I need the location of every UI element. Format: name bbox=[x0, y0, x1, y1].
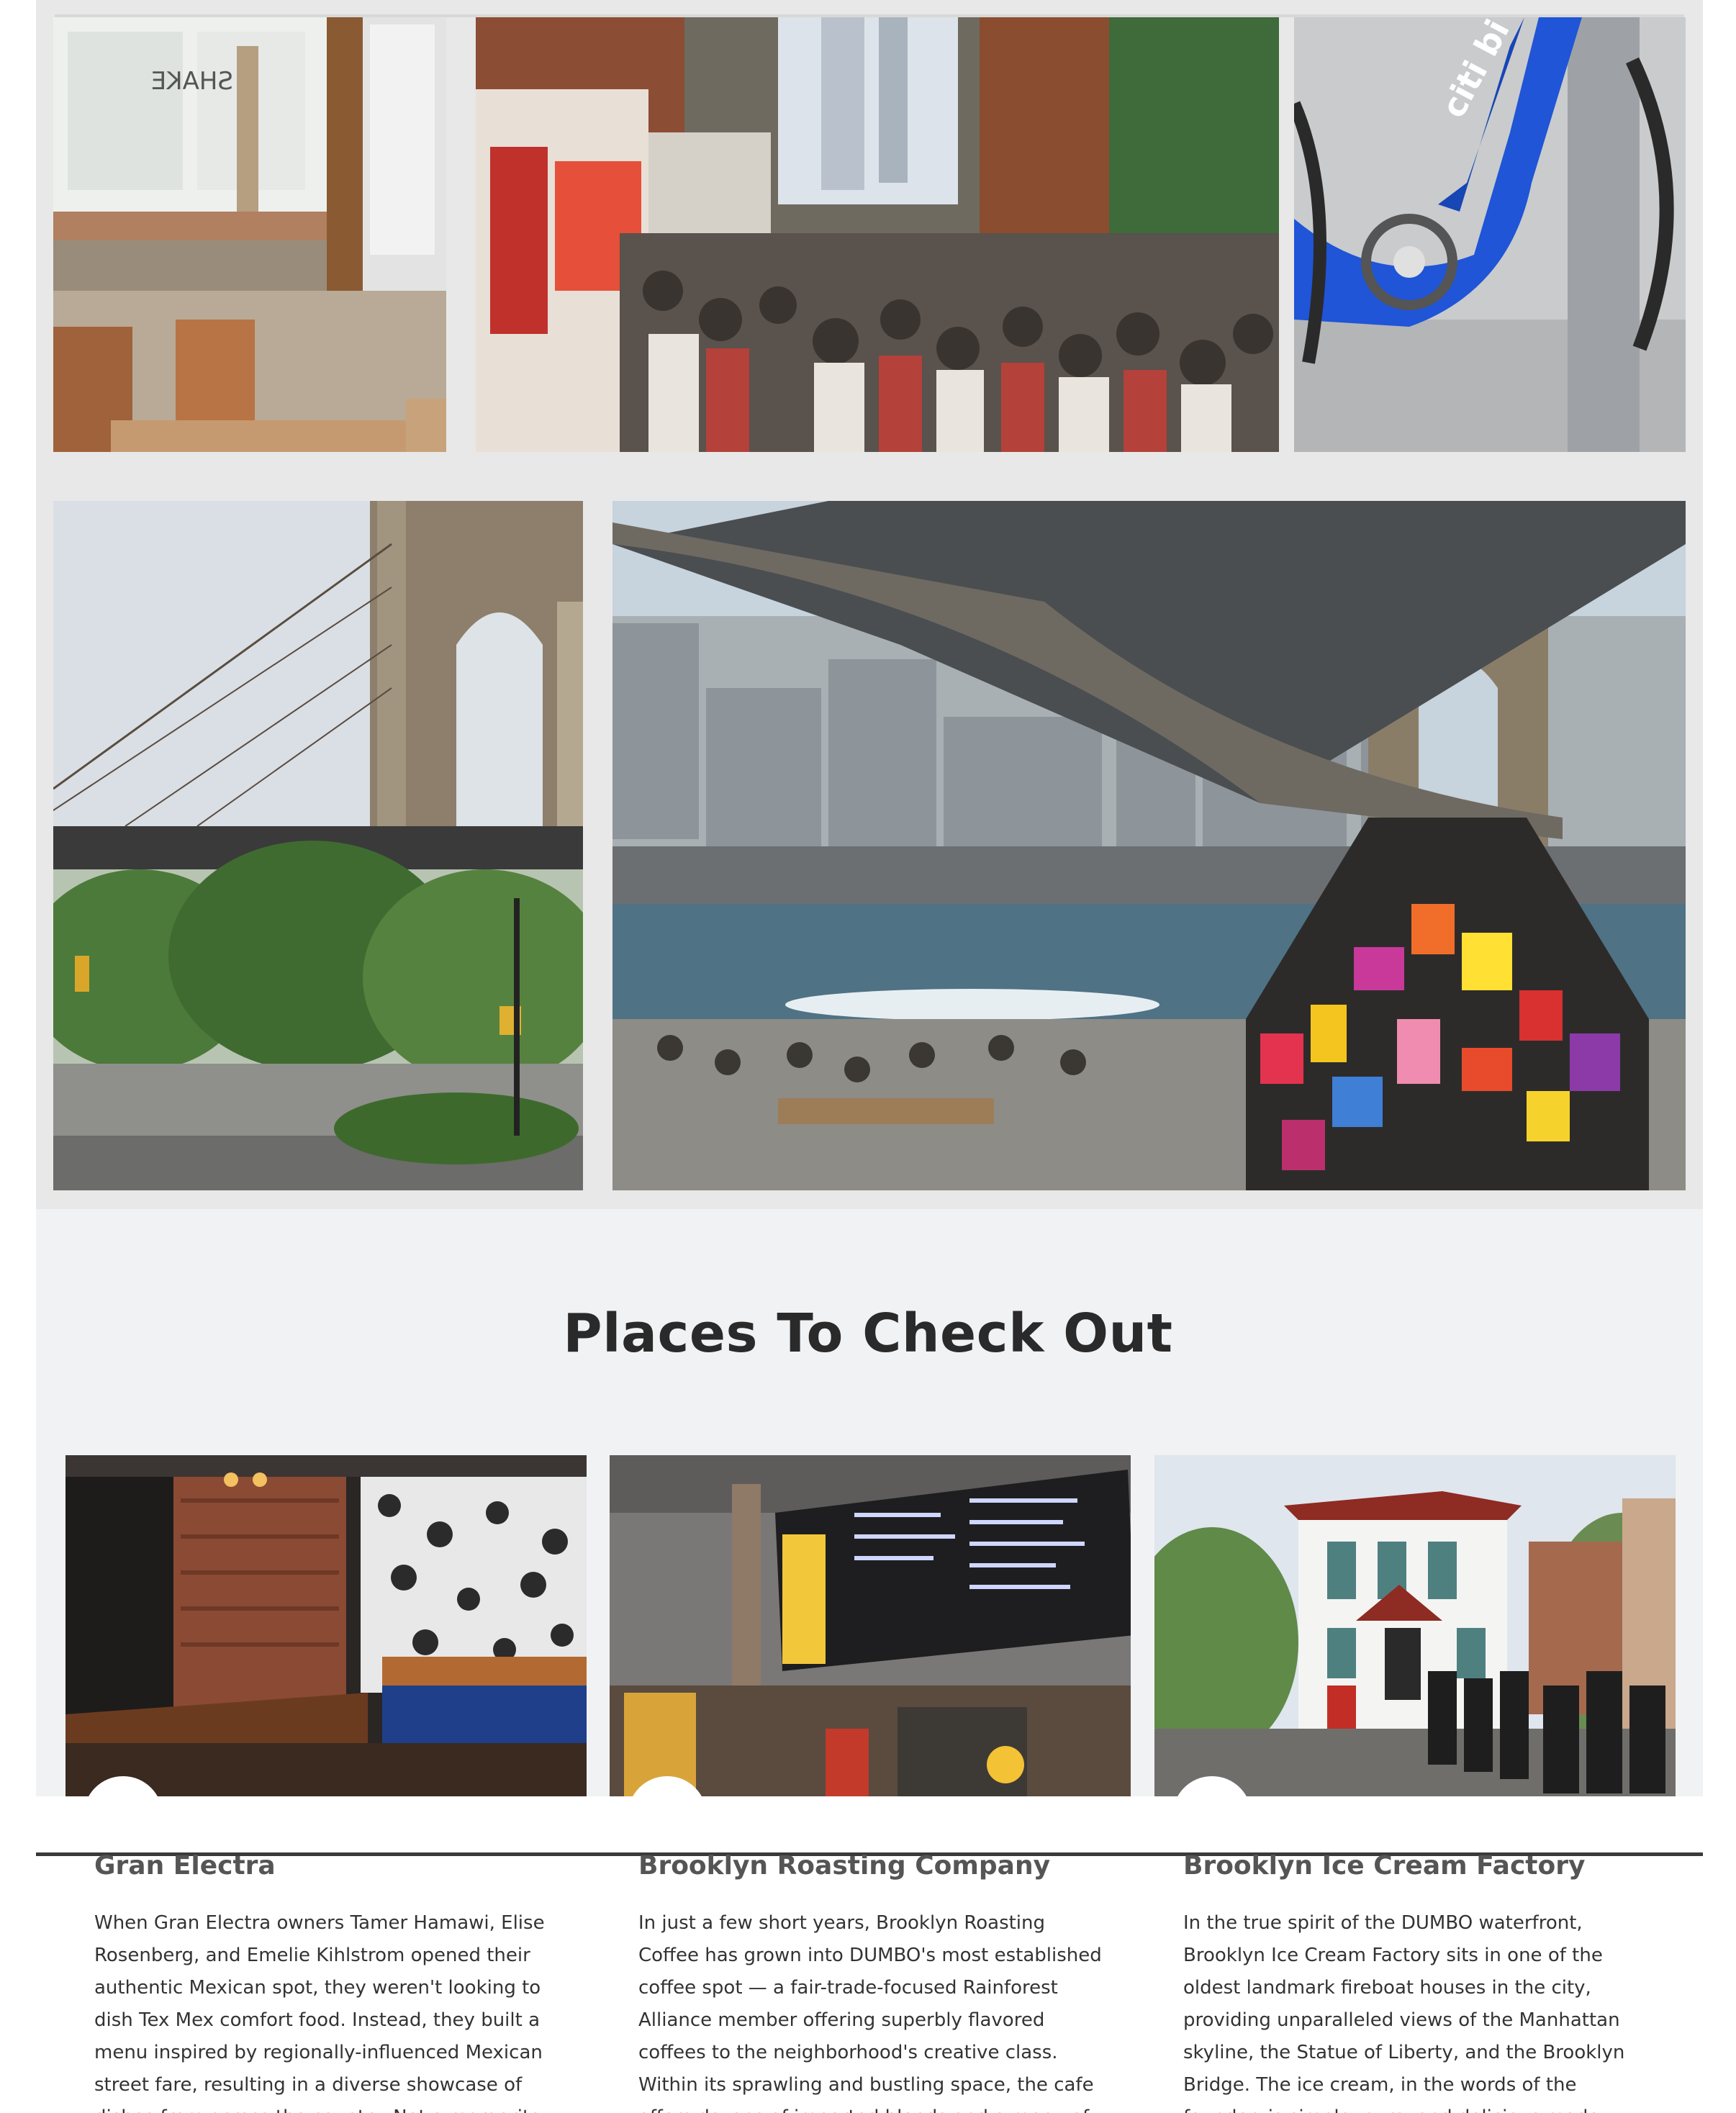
brooklyn-roasting-company-image[interactable] bbox=[610, 1455, 1131, 1796]
shop-window-text: SHAKE bbox=[151, 67, 233, 96]
brooklyn-ice-cream-factory-image[interactable] bbox=[1154, 1455, 1676, 1796]
gran-electra-image[interactable] bbox=[65, 1455, 587, 1796]
brooklyn-ice-cream-factory-description: In the true spirit of the DUMBO waterfro… bbox=[1183, 1912, 1625, 2113]
gran-electra-description: When Gran Electra owners Tamer Hamawi, E… bbox=[94, 1912, 545, 2113]
brooklyn-roasting-company-title[interactable]: Brooklyn Roasting Company bbox=[638, 1851, 1050, 1881]
gran-electra-title[interactable]: Gran Electra bbox=[94, 1851, 276, 1881]
citi-bike-photo[interactable]: citi bi bbox=[1294, 17, 1686, 452]
brooklyn-ice-cream-factory-title[interactable]: Brooklyn Ice Cream Factory bbox=[1183, 1851, 1585, 1881]
restaurant-interior-photo[interactable]: SHAKE bbox=[53, 17, 446, 452]
brooklyn-roasting-company-description: In just a few short years, Brooklyn Roas… bbox=[638, 1912, 1102, 2113]
section-title: Places To Check Out bbox=[563, 1303, 1173, 1365]
dumbo-street-trees-photo[interactable] bbox=[53, 826, 583, 1190]
waterfront-glass-house-photo[interactable] bbox=[612, 501, 1686, 1190]
brooklyn-bridge-tower-photo[interactable] bbox=[53, 501, 583, 826]
food-trucks-crowd-photo[interactable] bbox=[476, 17, 1279, 452]
